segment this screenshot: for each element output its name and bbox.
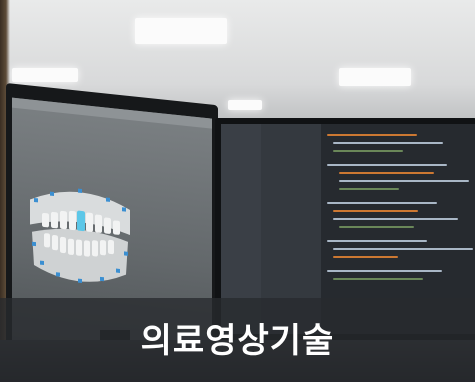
- code-line: [333, 248, 473, 250]
- code-line: [333, 150, 403, 152]
- code-line: [327, 240, 427, 242]
- code-line: [327, 134, 417, 136]
- code-line: [339, 188, 399, 190]
- code-line: [327, 202, 437, 204]
- code-line: [333, 278, 423, 280]
- code-line: [339, 226, 414, 228]
- code-line: [333, 256, 398, 258]
- viewer-toolbar: [12, 97, 212, 129]
- code-line: [339, 180, 469, 182]
- ceiling-light: [228, 100, 262, 110]
- code-line: [333, 142, 443, 144]
- caption-banner: 의료영상기술: [0, 298, 475, 382]
- jaw-scan-image: [30, 188, 130, 283]
- ceiling-light: [339, 68, 411, 86]
- code-line: [327, 270, 442, 272]
- code-line: [333, 218, 458, 220]
- code-line: [339, 172, 434, 174]
- code-line: [327, 164, 447, 166]
- ceiling-light: [135, 18, 227, 44]
- code-line: [333, 210, 418, 212]
- ceiling-light: [12, 68, 78, 82]
- caption-title: 의료영상기술: [140, 320, 335, 361]
